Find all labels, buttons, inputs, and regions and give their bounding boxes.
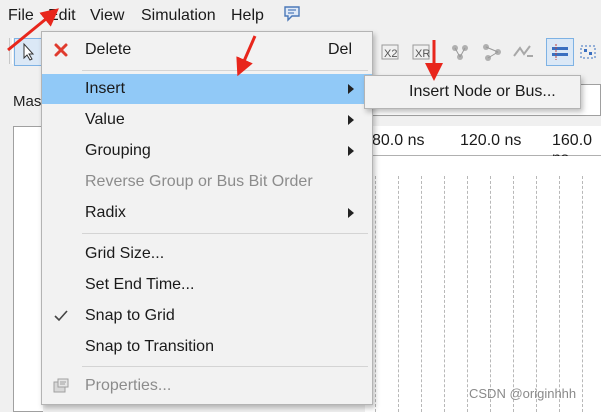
node-finder-icon <box>452 45 468 60</box>
node-name-panel <box>13 126 43 412</box>
properties-icon <box>53 378 69 393</box>
grid-line <box>421 176 422 412</box>
grid-line <box>513 176 514 412</box>
menu-edit[interactable]: Edit <box>48 7 76 25</box>
menu-item-label: Reverse Group or Bus Bit Order <box>85 173 313 190</box>
clock-icon <box>513 45 533 57</box>
svg-text:XR: XR <box>415 48 430 60</box>
menu-item-set-end-time[interactable]: Set End Time... <box>42 270 372 300</box>
toolbar-grip <box>9 38 13 64</box>
snap-grid-icon <box>552 44 568 60</box>
time-tick: 80.0 ns <box>372 132 425 149</box>
snap-grid-button[interactable] <box>546 38 574 66</box>
menu-item-label: Grid Size... <box>85 245 165 262</box>
menu-item-label: Grouping <box>85 142 151 159</box>
reverse-button[interactable]: XR <box>408 38 436 66</box>
menu-item-snap-to-transition[interactable]: Snap to Transition <box>42 332 372 362</box>
grid-line <box>536 176 537 412</box>
submenu-arrow-icon <box>348 115 354 125</box>
submenu-arrow-icon <box>348 146 354 156</box>
insert-submenu: Insert Node or Bus... <box>364 75 581 109</box>
invert-button[interactable]: X2 <box>377 38 405 66</box>
menu-item-label: Properties... <box>85 377 172 394</box>
bus-icon <box>483 44 501 61</box>
menubar: File Edit View Simulation Help <box>0 0 601 32</box>
waveform-area[interactable] <box>365 156 601 412</box>
grid-line <box>559 176 560 412</box>
grid-toggle-button[interactable] <box>577 38 601 66</box>
menu-item-reverse-group: Reverse Group or Bus Bit Order <box>42 167 372 197</box>
checkmark-icon <box>54 310 68 322</box>
watermark: CSDN @originhhh <box>469 386 577 401</box>
menu-separator <box>82 70 368 71</box>
submenu-arrow-icon <box>348 208 354 218</box>
grid-line <box>467 176 468 412</box>
svg-text:X2: X2 <box>384 48 397 60</box>
xr-reverse-icon: XR <box>412 44 430 60</box>
menu-item-label: Snap to Grid <box>85 307 175 324</box>
menu-view[interactable]: View <box>90 7 124 25</box>
grid-line <box>490 176 491 412</box>
menu-separator <box>82 366 368 367</box>
menu-simulation[interactable]: Simulation <box>141 7 216 25</box>
menu-item-insert-node-or-bus[interactable]: Insert Node or Bus... <box>409 83 556 101</box>
grid-line <box>582 176 583 412</box>
menu-item-delete[interactable]: Delete Del <box>42 35 372 65</box>
menu-item-label: Value <box>85 111 125 128</box>
menu-item-grouping[interactable]: Grouping <box>42 136 372 166</box>
speech-bubble-icon[interactable] <box>283 5 301 23</box>
menu-help[interactable]: Help <box>231 7 264 25</box>
menu-file[interactable]: File <box>8 7 34 25</box>
grid-toggle-icon <box>580 45 596 59</box>
menu-item-label: Delete <box>85 41 132 58</box>
menu-item-label: Snap to Transition <box>85 338 214 355</box>
master-time-label: Mas <box>13 93 42 110</box>
time-tick: 120.0 ns <box>460 132 522 149</box>
x2-invert-icon: X2 <box>381 44 399 60</box>
grid-line <box>375 176 376 412</box>
time-ruler: 80.0 ns 120.0 ns 160.0 ns <box>365 126 601 167</box>
edit-menu: Delete Del Insert Value Grouping Reverse… <box>41 31 373 405</box>
grid-line <box>444 176 445 412</box>
menu-item-value[interactable]: Value <box>42 105 372 135</box>
menu-item-grid-size[interactable]: Grid Size... <box>42 239 372 269</box>
menu-item-label: Set End Time... <box>85 276 195 293</box>
grid-line <box>398 176 399 412</box>
red-x-icon <box>54 43 68 57</box>
menu-item-snap-to-grid[interactable]: Snap to Grid <box>42 301 372 331</box>
bus-button[interactable] <box>478 38 506 66</box>
menu-separator <box>82 233 368 234</box>
menu-item-radix[interactable]: Radix <box>42 198 372 228</box>
pointer-tool-button[interactable] <box>14 38 42 66</box>
menu-item-label: Insert <box>85 80 126 97</box>
menu-item-insert[interactable]: Insert <box>42 74 372 104</box>
shortcut-label: Del <box>327 41 352 58</box>
clock-button[interactable] <box>510 38 538 66</box>
node-finder-button[interactable] <box>446 38 474 66</box>
submenu-arrow-icon <box>348 84 354 94</box>
menu-item-properties: Properties... <box>42 371 372 401</box>
pointer-icon <box>23 42 35 61</box>
menu-item-label: Radix <box>85 204 126 221</box>
